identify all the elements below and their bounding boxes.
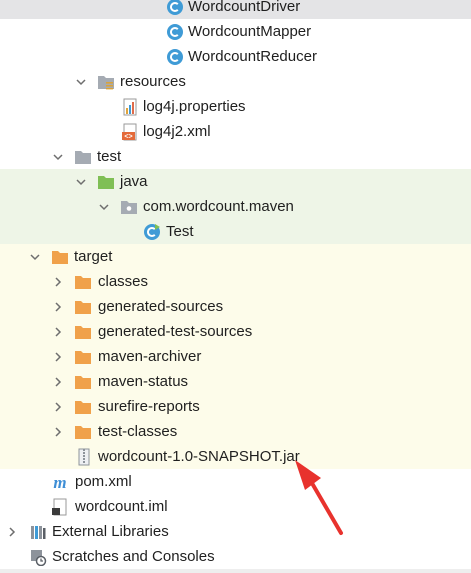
jar-file-icon — [75, 448, 93, 466]
tree-item-label: target — [74, 248, 113, 265]
tree-item-java[interactable]: java — [0, 169, 471, 194]
package-icon — [120, 198, 138, 216]
excluded-folder-icon — [74, 273, 92, 291]
horizontal-scrollbar-track[interactable] — [0, 569, 471, 573]
tree-item-label: WordcountReducer — [188, 48, 317, 65]
excluded-folder-icon — [74, 398, 92, 416]
tree-item-label: java — [120, 173, 148, 190]
chevron-right-icon[interactable] — [52, 351, 64, 363]
tree-item-pom-xml[interactable]: m pom.xml — [0, 469, 471, 494]
resources-folder-icon — [97, 73, 115, 91]
excluded-folder-icon — [74, 323, 92, 341]
tree-item-label: maven-archiver — [98, 348, 202, 365]
excluded-folder-icon — [51, 248, 69, 266]
scratches-icon — [29, 548, 47, 566]
tree-item-target[interactable]: target — [0, 244, 471, 269]
class-icon — [166, 0, 184, 16]
project-tree: WordcountDriver WordcountMapper Wordcoun… — [0, 0, 471, 573]
svg-text:<>: <> — [124, 134, 132, 141]
tree-item-classes[interactable]: classes — [0, 269, 471, 294]
tree-item-label: log4j2.xml — [143, 123, 211, 140]
excluded-folder-icon — [74, 423, 92, 441]
tree-item-label: WordcountMapper — [188, 23, 312, 40]
chevron-right-icon[interactable] — [52, 326, 64, 338]
tree-item-label: Scratches and Consoles — [52, 548, 215, 565]
tree-item-label: surefire-reports — [98, 398, 200, 415]
chevron-down-icon[interactable] — [29, 251, 41, 263]
tree-item-wordcount-reducer[interactable]: WordcountReducer — [0, 44, 471, 69]
chevron-down-icon[interactable] — [75, 76, 87, 88]
test-class-icon — [143, 223, 161, 241]
tree-item-maven-archiver[interactable]: maven-archiver — [0, 344, 471, 369]
tree-item-maven-status[interactable]: maven-status — [0, 369, 471, 394]
svg-text:m: m — [53, 473, 66, 491]
tree-item-label: External Libraries — [52, 523, 169, 540]
tree-item-label: classes — [98, 273, 149, 290]
tree-item-wordcount-iml[interactable]: wordcount.iml — [0, 494, 471, 519]
tree-item-log4j2-xml[interactable]: <> log4j2.xml — [0, 119, 471, 144]
chevron-right-icon[interactable] — [52, 376, 64, 388]
test-source-folder-icon — [97, 173, 115, 191]
chevron-down-icon[interactable] — [75, 176, 87, 188]
folder-icon — [74, 148, 92, 166]
chevron-right-icon[interactable] — [52, 301, 64, 313]
tree-item-label: generated-sources — [98, 298, 224, 315]
tree-item-wordcount-driver[interactable]: WordcountDriver — [0, 0, 471, 19]
class-icon — [166, 23, 184, 41]
excluded-folder-icon — [74, 348, 92, 366]
chevron-right-icon[interactable] — [52, 426, 64, 438]
tree-item-label: test — [97, 148, 122, 165]
tree-item-surefire-reports[interactable]: surefire-reports — [0, 394, 471, 419]
chevron-right-icon[interactable] — [52, 401, 64, 413]
tree-item-scratches-consoles[interactable]: Scratches and Consoles — [0, 544, 471, 569]
maven-file-icon: m — [51, 473, 69, 491]
chevron-right-icon[interactable] — [6, 526, 18, 538]
libraries-icon — [29, 523, 47, 541]
class-icon — [166, 48, 184, 66]
tree-item-label: log4j.properties — [143, 98, 246, 115]
tree-item-log4j-properties[interactable]: log4j.properties — [0, 94, 471, 119]
tree-item-generated-sources[interactable]: generated-sources — [0, 294, 471, 319]
xml-file-icon: <> — [121, 123, 139, 141]
tree-item-resources[interactable]: resources — [0, 69, 471, 94]
tree-item-wordcount-mapper[interactable]: WordcountMapper — [0, 19, 471, 44]
tree-item-label: wordcount.iml — [75, 498, 168, 515]
properties-file-icon — [121, 98, 139, 116]
tree-item-label: wordcount-1.0-SNAPSHOT.jar — [98, 448, 300, 465]
tree-item-test[interactable]: test — [0, 144, 471, 169]
tree-item-external-libraries[interactable]: External Libraries — [0, 519, 471, 544]
chevron-down-icon[interactable] — [52, 151, 64, 163]
tree-item-label: test-classes — [98, 423, 178, 440]
tree-item-label: Test — [166, 223, 194, 240]
tree-item-generated-test-sources[interactable]: generated-test-sources — [0, 319, 471, 344]
excluded-folder-icon — [74, 373, 92, 391]
tree-item-label: resources — [120, 73, 186, 90]
tree-item-test-class[interactable]: Test — [0, 219, 471, 244]
tree-item-label: WordcountDriver — [188, 0, 301, 15]
tree-item-package[interactable]: com.wordcount.maven — [0, 194, 471, 219]
chevron-down-icon[interactable] — [98, 201, 110, 213]
tree-item-jar-file[interactable]: wordcount-1.0-SNAPSHOT.jar — [0, 444, 471, 469]
module-file-icon — [51, 498, 69, 516]
tree-item-label: maven-status — [98, 373, 189, 390]
excluded-folder-icon — [74, 298, 92, 316]
tree-item-label: pom.xml — [75, 473, 132, 490]
tree-item-test-classes[interactable]: test-classes — [0, 419, 471, 444]
tree-item-label: generated-test-sources — [98, 323, 253, 340]
chevron-right-icon[interactable] — [52, 276, 64, 288]
tree-item-label: com.wordcount.maven — [143, 198, 294, 215]
